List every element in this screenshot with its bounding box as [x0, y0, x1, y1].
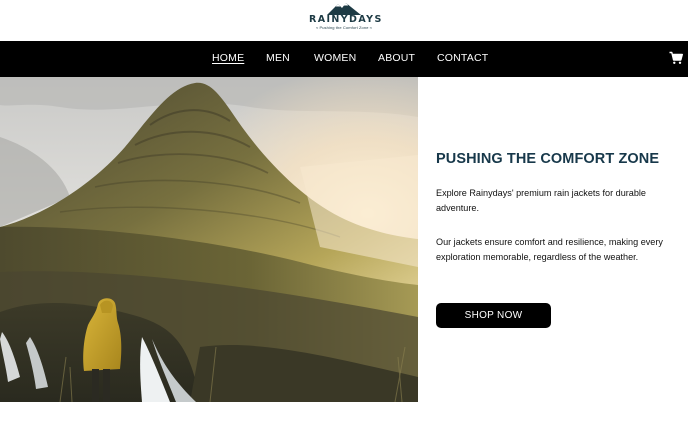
- main-nav: HOME MEN WOMEN ABOUT CONTACT: [0, 41, 688, 77]
- brand-logo[interactable]: RAINYDAYS ≈ Pushing the Comfort Zone ≈: [309, 2, 383, 39]
- shop-now-button[interactable]: SHOP NOW: [436, 303, 551, 328]
- nav-item-contact[interactable]: CONTACT: [437, 51, 488, 65]
- nav-item-women[interactable]: WOMEN: [314, 51, 356, 65]
- nav-item-about[interactable]: ABOUT: [378, 51, 415, 65]
- hero-image: [0, 77, 418, 402]
- hero-content: PUSHING THE COMFORT ZONE Explore Rainyda…: [436, 77, 688, 402]
- hero-paragraph-2: Our jackets ensure comfort and resilienc…: [436, 237, 663, 262]
- site-header: RAINYDAYS ≈ Pushing the Comfort Zone ≈: [0, 0, 688, 41]
- hero-title: PUSHING THE COMFORT ZONE: [436, 151, 660, 167]
- cart-icon[interactable]: [669, 51, 683, 65]
- brand-tagline: ≈ Pushing the Comfort Zone ≈: [315, 25, 373, 30]
- nav-item-home[interactable]: HOME: [212, 51, 244, 65]
- brand-name: RAINYDAYS: [309, 14, 383, 25]
- nav-item-men[interactable]: MEN: [266, 51, 290, 65]
- hero-paragraph-1: Explore Rainydays' premium rain jackets …: [436, 188, 646, 213]
